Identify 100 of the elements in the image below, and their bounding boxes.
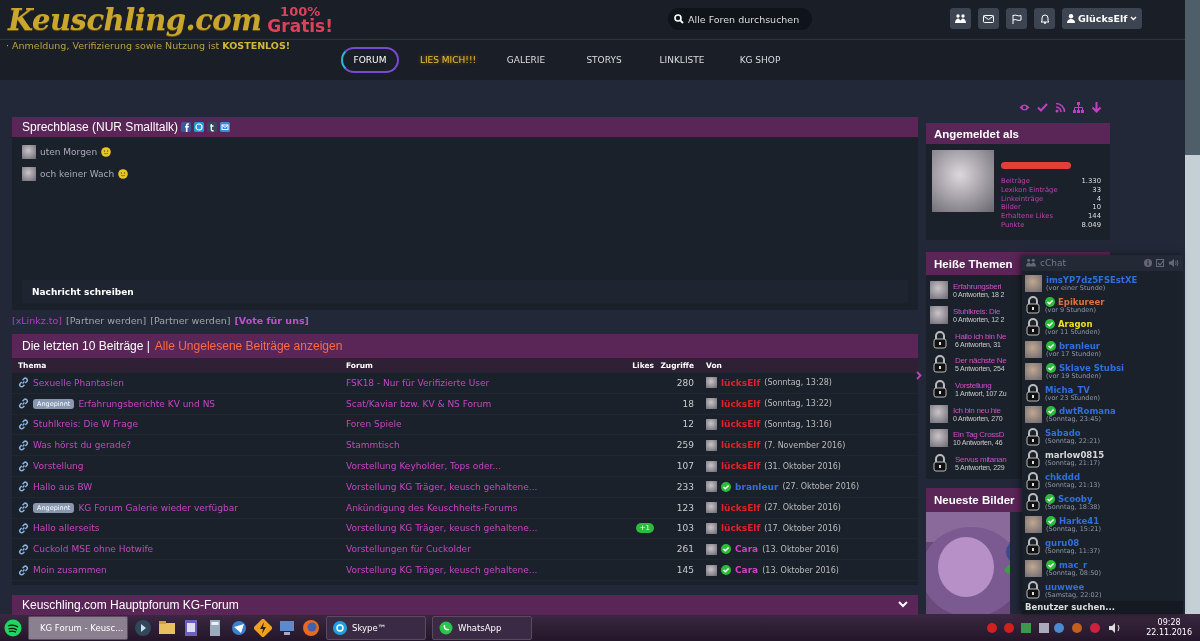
footer-link[interactable]: [xLinkz.to] [12, 315, 63, 326]
username-link[interactable]: lücksElf [721, 398, 761, 409]
forum-link[interactable]: Vorstellungen für Cuckolder [346, 544, 471, 555]
forum-link[interactable]: Vorstellung KG Träger, keusch gehaltene... [346, 523, 538, 534]
post-date: (13. Oktober 2016) [762, 565, 839, 575]
post-date: (31. Oktober 2016) [764, 461, 841, 471]
panel-title: Sprechblase (NUR Smalltalk) [22, 120, 179, 134]
username-link[interactable]: lücksElf [721, 461, 761, 472]
views-count: 280 [676, 377, 694, 388]
views-count: 233 [676, 481, 694, 492]
username-link[interactable]: branleur [735, 481, 779, 492]
views-count: 12 [682, 419, 694, 430]
chat-username[interactable]: dwtRomana [1059, 406, 1116, 417]
topic-link[interactable]: Stuhlkreis: Die W Frage [33, 419, 139, 430]
panel-title: Heiße Themen [934, 257, 1013, 270]
chat-username[interactable]: uuwwee [1045, 581, 1085, 592]
forum-link[interactable]: Vorstellung Keyholder, Tops oder... [346, 461, 502, 472]
chat-username[interactable]: Scooby [1058, 493, 1093, 504]
post-date: (Sonntag, 13:22) [764, 399, 832, 409]
section-title[interactable]: Keuschling.com Hauptpforum KG-Forum [22, 597, 239, 612]
chat-title: cChat [1040, 257, 1066, 268]
unread-posts-link[interactable]: Alle Ungelesene Beiträge anzeigen [154, 339, 343, 353]
chat-username[interactable]: imsYP7dz5FSEstXE [1046, 275, 1138, 286]
search-field[interactable]: Alle Foren durchsuchen [668, 8, 812, 30]
topic-link[interactable]: Vorstellung [33, 461, 84, 472]
footer-link[interactable]: [Partner werden] [150, 315, 231, 326]
forum-link[interactable]: Stammtisch [346, 440, 400, 451]
forum-link[interactable]: FSK18 - Nur für Verifizierte User [346, 377, 490, 388]
topic-link[interactable]: KG Forum Galerie wieder verfügbar [78, 502, 238, 513]
tagline: · Anmeldung, Verifizierung sowie Nutzung ist KOSTENLOS! [6, 40, 291, 51]
topic-link[interactable]: Hallo allerseits [33, 523, 100, 534]
views-count: 107 [676, 461, 694, 472]
user-search-link[interactable]: Benutzer suchen... [1022, 601, 1183, 614]
chat-username[interactable]: Aragon [1058, 318, 1093, 329]
username-link[interactable]: Cara [735, 565, 759, 576]
site-logo[interactable]: Keuschling.com [8, 2, 262, 37]
views-count: 18 [682, 398, 694, 409]
free-badge-text: 100% [280, 4, 321, 18]
username-link[interactable]: lücksElf [721, 377, 761, 388]
clock-date: 22.11.2016 [1146, 627, 1192, 638]
topic-link[interactable]: Hallo ich bin Ne [955, 331, 1007, 341]
forum-link[interactable]: Foren Spiele [346, 419, 402, 430]
taskbar-app-button[interactable]: WhatsApp [432, 615, 532, 640]
chat-username[interactable]: chkddd [1045, 472, 1080, 483]
nav-tab[interactable]: GALERIE [497, 47, 555, 73]
views-count: 145 [676, 565, 694, 576]
username-link[interactable]: lücksElf [721, 523, 761, 534]
forum-link[interactable]: Scat/Kaviar bzw. KV & NS Forum [346, 398, 492, 409]
nav-tab[interactable]: STORYS [575, 47, 633, 73]
topic-link[interactable]: Hallo aus BW [33, 481, 93, 492]
footer-link[interactable]: [Vote für uns] [234, 315, 309, 326]
topic-link[interactable]: Erfahrungsberichte KV und NS [78, 398, 216, 409]
chat-username[interactable]: Sabado [1045, 428, 1081, 439]
chat-username[interactable]: mac_r [1059, 559, 1088, 570]
topic-link[interactable]: Was hörst du gerade? [33, 440, 132, 451]
views-count: 123 [676, 502, 694, 513]
panel-title: Die letzten 10 Beiträge | [22, 339, 150, 353]
write-message-button[interactable]: Nachricht schreiben [22, 280, 908, 303]
post-date: (Sonntag, 13:16) [764, 420, 832, 429]
nav-tab[interactable]: KG SHOP [731, 47, 789, 73]
post-date: (13. Oktober 2016) [762, 544, 839, 554]
nav-tab[interactable]: LIES MICH!!! [413, 47, 483, 73]
footer-link[interactable]: [Partner werden] [66, 315, 147, 326]
topic-link[interactable]: Erfahrungsberi [953, 282, 1005, 292]
topic-link[interactable]: Der nächste Ne [955, 356, 1007, 366]
forum-link[interactable]: Ankündigung des Keuschheits-Forums [346, 502, 518, 513]
views-count: 259 [676, 440, 694, 451]
panel-title: Angemeldet als [934, 127, 1019, 140]
topic-link[interactable]: Stuhlkreis: Die [953, 307, 1005, 317]
chat-username[interactable]: Epikureer [1058, 296, 1105, 307]
topic-link[interactable]: Sexuelle Phantasien [33, 377, 124, 388]
topic-link[interactable]: Ich bin neu hie [953, 405, 1003, 415]
taskbar-app-button[interactable]: Skype™ [326, 615, 426, 640]
username-link[interactable]: lücksElf [721, 440, 761, 451]
post-date: (27. Oktober 2016) [764, 503, 841, 513]
nav-tab[interactable]: LINKLISTE [653, 47, 711, 73]
chat-username[interactable]: guru08 [1045, 537, 1080, 548]
chat-username[interactable]: Sklave Stubsi [1059, 362, 1124, 373]
post-date: (17. Oktober 2016) [764, 523, 841, 533]
user-menu-button[interactable]: GlücksElf [1062, 8, 1143, 29]
topic-link[interactable]: Vorstellung [955, 381, 1007, 391]
chat-username[interactable]: branleur [1059, 340, 1100, 351]
username-link[interactable]: lücksElf [721, 419, 761, 430]
clock-time: 09:28 [1157, 617, 1181, 628]
chat-username[interactable]: Harke41 [1059, 515, 1100, 526]
topic-link[interactable]: Cuckold MSE ohne Hotwife [33, 544, 154, 555]
topic-link[interactable]: Servus mitanan [955, 455, 1007, 465]
username-link[interactable]: Cara [735, 544, 759, 555]
forum-link[interactable]: Vorstellung KG Träger, keusch gehaltene... [346, 481, 538, 492]
chat-username[interactable]: Micha_TV [1045, 384, 1090, 395]
forum-link[interactable]: Vorstellung KG Träger, keusch gehaltene... [346, 565, 538, 576]
panel-title: Neueste Bilder [934, 494, 1015, 506]
post-date: (27. Oktober 2016) [782, 482, 860, 492]
topic-link[interactable]: Ein Tag CrossD [953, 430, 1005, 440]
chat-username[interactable]: marlow0815 [1045, 450, 1105, 461]
chat-message: uten Morgen [40, 147, 98, 157]
topic-link[interactable]: Moin zusammen [33, 565, 107, 576]
username-link[interactable]: lücksElf [721, 502, 761, 513]
nav-tab[interactable]: FORUM [341, 47, 399, 73]
taskbar-app-button[interactable]: KG Forum - Keusc... [28, 615, 128, 640]
